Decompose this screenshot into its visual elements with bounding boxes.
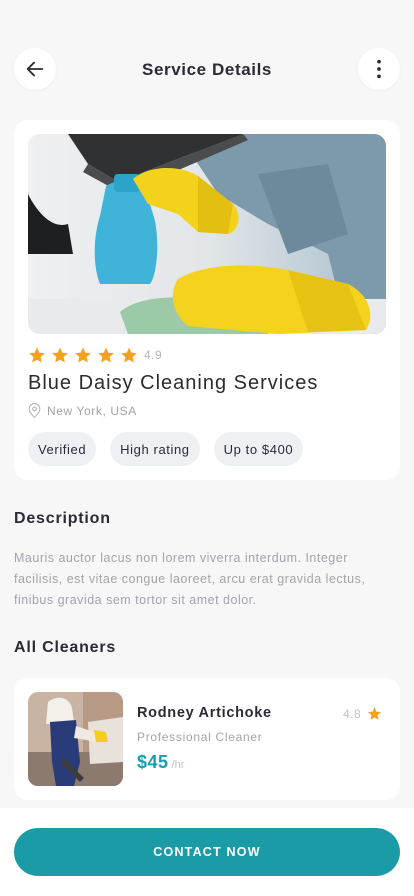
price-value: $45 — [137, 752, 169, 772]
more-options-button[interactable] — [358, 48, 400, 90]
rating-value: 4.9 — [144, 348, 163, 362]
cleaner-rating: 4.8 — [343, 706, 382, 721]
star-icon — [29, 347, 45, 363]
cleaner-avatar — [28, 692, 123, 786]
service-tags: Verified High rating Up to $400 — [28, 432, 317, 466]
service-photo — [28, 134, 386, 334]
star-icon — [121, 347, 137, 363]
cleaner-role: Professional Cleaner — [137, 730, 263, 744]
star-icon — [368, 707, 382, 720]
service-name: Blue Daisy Cleaning Services — [28, 372, 319, 394]
top-app-bar: Service Details — [0, 44, 414, 94]
cleaner-rating-value: 4.8 — [343, 706, 362, 721]
star-icon — [75, 347, 91, 363]
tag-verified: Verified — [28, 432, 97, 466]
description-text: Mauris auctor lacus non lorem viverra in… — [14, 551, 366, 607]
cleaner-card[interactable]: Rodney Artichoke Professional Cleaner $4… — [14, 678, 400, 800]
cleaners-title: All Cleaners — [14, 639, 117, 656]
location-text: New York, USA — [47, 403, 137, 418]
more-vertical-icon — [377, 59, 381, 79]
contact-now-button[interactable]: CONTACT NOW — [14, 828, 400, 876]
tag-high-rating: High rating — [110, 432, 200, 466]
price-unit: /hr — [171, 759, 185, 771]
location-pin-icon — [28, 403, 41, 418]
service-rating: 4.9 — [28, 346, 162, 364]
star-icon — [52, 347, 68, 363]
tag-price-range: Up to $400 — [213, 432, 304, 466]
service-location: New York, USA — [28, 403, 137, 418]
service-card: 4.9 Blue Daisy Cleaning Services New Yor… — [14, 120, 400, 480]
star-icon — [98, 347, 114, 363]
bottom-action-bar: CONTACT NOW — [0, 808, 414, 896]
cleaner-price: $45 /hr — [137, 752, 184, 773]
description-title: Description — [14, 510, 111, 527]
cleaner-name: Rodney Artichoke — [137, 705, 272, 721]
page-title: Service Details — [142, 60, 272, 79]
